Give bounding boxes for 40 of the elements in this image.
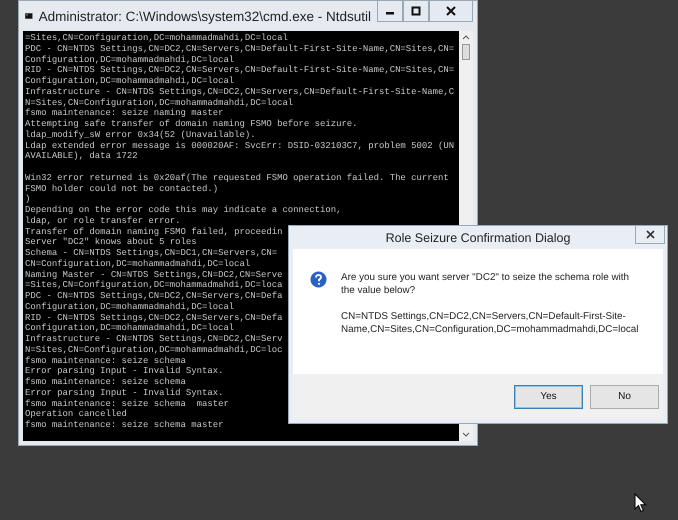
console-line: ) <box>25 194 30 205</box>
console-line: =Sites,CN=Configuration,DC=mohammadmahdi,DC=local <box>25 33 288 44</box>
window-title: Administrator: C:\Windows\system32\cmd.exe - Ntdsutil <box>38 8 371 24</box>
console-line: fsmo maintenance: seize schema master <box>25 398 229 410</box>
console-line: CN=Configuration,DC=mohammadmahdi,DC=local <box>25 258 250 270</box>
dialog-message: Are you sure you want server "DC2" to seize the schema role with the value below? <box>341 272 630 296</box>
console-line: fsmo maintenance: seize schema master <box>25 420 224 431</box>
console-line: =Sites,CN=Configuration,DC=mohammadmahdi,DC=loca <box>25 280 282 291</box>
console-line: fsmo maintenance: seize schema <box>25 356 186 366</box>
console-line: RID - CN=NTDS Settings,CN=DC2,CN=Servers,CN=Defa <box>25 312 282 324</box>
console-line: Schema - CN=NTDS Settings,CN=DC1,CN=Servers,CN= <box>25 248 278 259</box>
console-line: N=Sites,CN=Configuration,DC=mohammadmahdi,DC=local <box>25 98 294 108</box>
console-line: Win32 error returned is 0x20af(The requested FSMO operation failed. The current <box>25 172 449 184</box>
console-line: Naming Master - CN=NTDS Settings,CN=DC2,CN=Serve <box>25 270 282 280</box>
dialog-title: Role Seizure Confirmation Dialog <box>386 230 570 244</box>
console-line: PDC - CN=NTDS Settings,CN=DC2,CN=Servers,CN=Default-First-Site-Name,CN=Sites,CN= <box>25 44 454 54</box>
console-line: Server "DC2" knows about 5 roles <box>25 237 197 248</box>
console-line: Ldap extended error message is 000020AF: SvcErr: DSID-032103C7, problem 5002 (UN <box>25 140 454 152</box>
console-line: Attempting safe transfer of domain naming FSMO before seizure. <box>25 119 358 130</box>
console-line: Error parsing Input - Invalid Syntax. <box>25 388 224 398</box>
console-line: Transfer of domain naming FSMO failed, proceedin <box>25 226 282 238</box>
console-line: Configuration,DC=mohammadmahdi,DC=local <box>25 323 234 334</box>
console-line: fsmo maintenance: seize naming master <box>25 108 224 119</box>
console-line: Configuration,DC=mohammadmahdi,DC=local <box>25 302 234 312</box>
console-line: RID - CN=NTDS Settings,CN=DC2,CN=Servers,CN=Default-First-Site-Name,CN=Sites,CN= <box>25 65 454 76</box>
console-line: Infrastructure - CN=NTDS Settings,CN=DC2,CN=Serv <box>25 334 282 345</box>
console-line: ldap, or role transfer error. <box>25 216 181 226</box>
console-line: Error parsing Input - Invalid Syntax. <box>25 366 224 377</box>
dialog-value: CN=NTDS Settings,CN=DC2,CN=Servers,CN=Default-First-Site-Name,CN=Sites,CN=Configuration,DC=mohammadmahdi,DC=local <box>341 310 640 336</box>
console-line: PDC - CN=NTDS Settings,CN=DC2,CN=Servers,CN=Defa <box>25 291 282 302</box>
console-line: FSMO holder could not be contacted.) <box>25 184 218 194</box>
console-line: Infrastructure - CN=NTDS Settings,CN=DC2,CN=Servers,CN=Default-First-Site-Name,C <box>25 86 454 98</box>
console-line: Depending on the error code this may indicate a connection, <box>25 205 342 216</box>
console-line: Configuration,DC=mohammadmahdi,DC=local <box>25 54 234 66</box>
console-line: ldap_modify_sW error 0x34(52 (Unavailable). <box>25 130 256 140</box>
console-line: N=Sites,CN=Configuration,DC=mohammadmahdi,DC=loc <box>25 344 282 356</box>
console-line: fsmo maintenance: seize schema <box>25 377 186 388</box>
console-line: Configuration,DC=mohammadmahdi,DC=local <box>25 76 234 87</box>
console-line: AVAILABLE), data 1722 <box>25 151 138 162</box>
console-line: Operation cancelled <box>25 409 127 420</box>
